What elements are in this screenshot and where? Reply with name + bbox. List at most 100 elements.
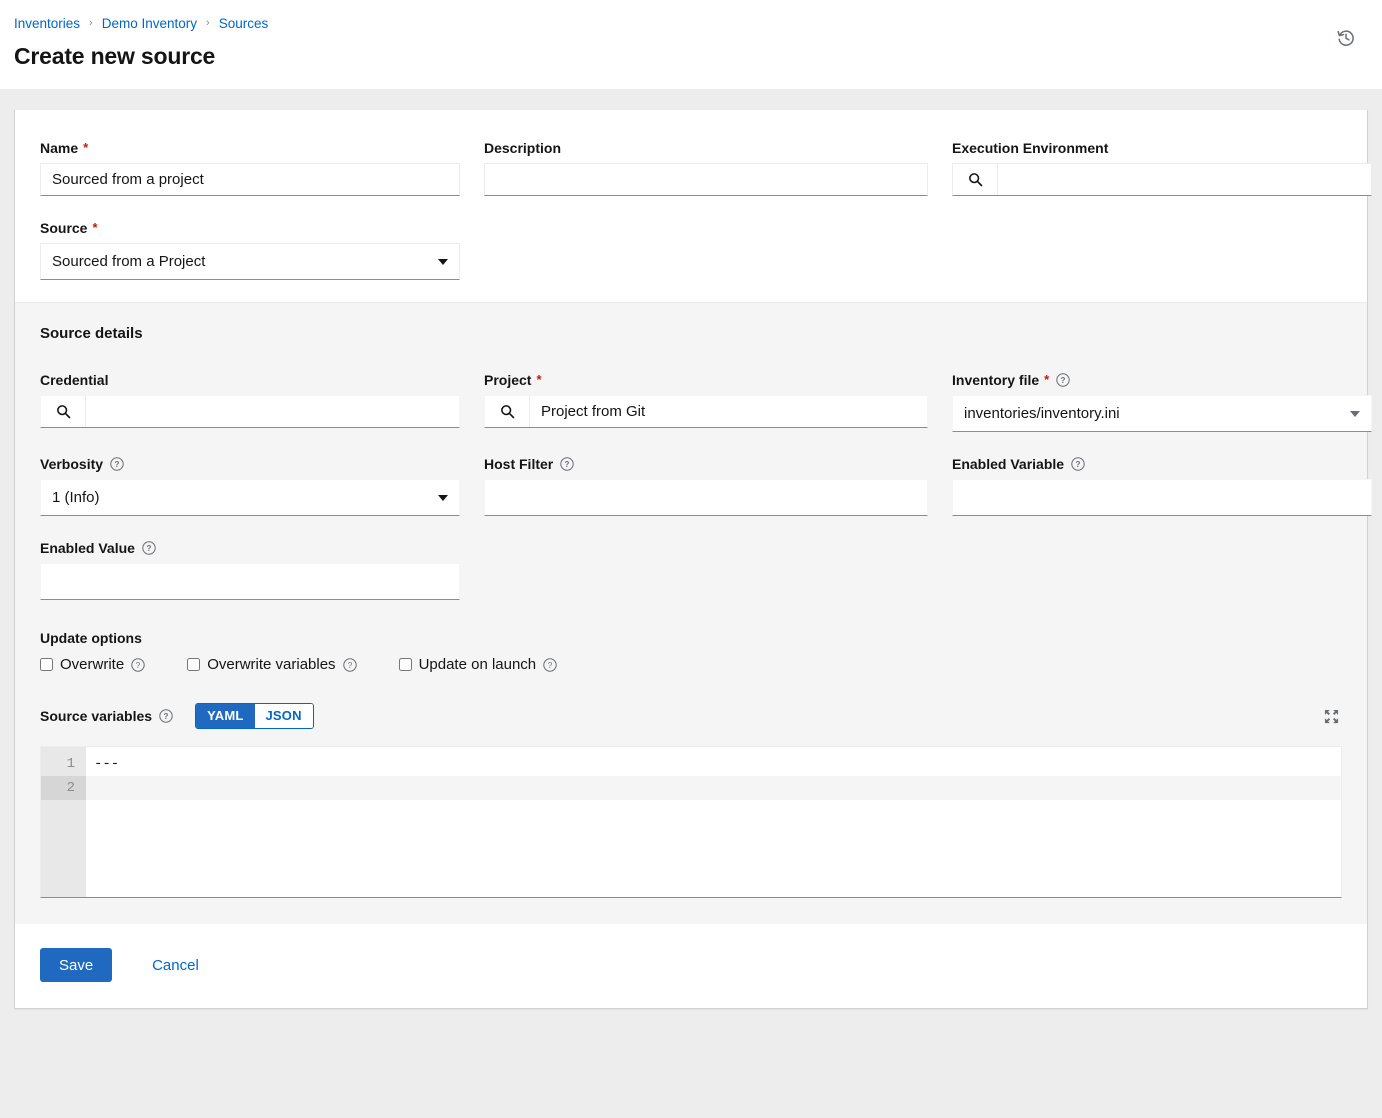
editor-line: --- — [94, 752, 1341, 776]
help-icon[interactable]: ? — [560, 457, 574, 471]
chevron-down-icon — [1350, 411, 1360, 417]
enabled-variable-input[interactable] — [952, 479, 1372, 516]
help-icon[interactable]: ? — [1056, 373, 1070, 387]
field-project: Project * Project from Git — [484, 370, 928, 432]
editor-line-numbers: 1 2 — [41, 747, 86, 897]
name-input[interactable]: Sourced from a project — [40, 163, 460, 196]
checkbox-overwrite[interactable]: Overwrite ? — [40, 656, 145, 673]
expand-icon[interactable] — [1320, 705, 1342, 727]
svg-text:?: ? — [565, 460, 570, 469]
field-verbosity: Verbosity ? 1 (Info) — [40, 454, 460, 516]
overwrite-variables-label: Overwrite variables — [207, 656, 335, 673]
svg-text:?: ? — [136, 661, 141, 670]
breadcrumb-item-sources[interactable]: Sources — [219, 16, 269, 31]
inventory-file-label: Inventory file * ? — [952, 370, 1372, 389]
update-options-title: Update options — [40, 630, 1342, 646]
inventory-file-value: inventories/inventory.ini — [964, 405, 1120, 422]
primary-form-section: Name * Sourced from a project Descriptio… — [15, 110, 1367, 302]
enabled-value-label-text: Enabled Value — [40, 540, 135, 556]
source-select[interactable]: Sourced from a Project — [40, 243, 460, 280]
save-button[interactable]: Save — [40, 948, 112, 982]
source-label: Source * — [40, 218, 460, 237]
source-variables-header: Source variables ? YAML JSON — [40, 703, 1342, 729]
description-label-text: Description — [484, 140, 561, 156]
overwrite-checkbox[interactable] — [40, 658, 53, 671]
enabled-value-input[interactable] — [40, 563, 460, 600]
verbosity-value: 1 (Info) — [52, 489, 100, 506]
field-name: Name * Sourced from a project — [40, 138, 460, 196]
overwrite-label: Overwrite — [60, 656, 124, 673]
required-indicator: * — [83, 141, 88, 154]
description-input[interactable] — [484, 163, 928, 196]
execution-environment-input[interactable] — [998, 164, 1371, 195]
project-label-text: Project — [484, 372, 531, 388]
search-icon[interactable] — [485, 396, 530, 427]
checkbox-update-on-launch[interactable]: Update on launch ? — [399, 656, 558, 673]
cancel-button[interactable]: Cancel — [136, 948, 215, 982]
svg-text:?: ? — [146, 544, 151, 553]
host-filter-label: Host Filter ? — [484, 454, 928, 473]
enabled-variable-label: Enabled Variable ? — [952, 454, 1372, 473]
inventory-file-select[interactable]: inventories/inventory.ini — [952, 395, 1372, 432]
svg-text:?: ? — [347, 661, 352, 670]
breadcrumb-separator-icon: › — [206, 18, 210, 29]
credential-label: Credential — [40, 370, 460, 389]
help-icon[interactable]: ? — [131, 658, 145, 672]
source-variables-editor[interactable]: 1 2 --- — [40, 746, 1342, 898]
field-inventory-file: Inventory file * ? inventories/inventory… — [952, 370, 1372, 432]
field-host-filter: Host Filter ? — [484, 454, 928, 516]
source-label-text: Source — [40, 220, 87, 236]
help-icon[interactable]: ? — [110, 457, 124, 471]
svg-text:?: ? — [164, 712, 169, 721]
field-source: Source * Sourced from a Project — [40, 218, 460, 280]
verbosity-label-text: Verbosity — [40, 456, 103, 472]
toggle-yaml[interactable]: YAML — [196, 704, 254, 728]
editor-content[interactable]: --- — [86, 747, 1341, 897]
help-icon[interactable]: ? — [543, 658, 557, 672]
source-select-value: Sourced from a Project — [52, 253, 205, 270]
project-input[interactable]: Project from Git — [530, 396, 927, 427]
project-lookup: Project from Git — [484, 395, 928, 428]
line-number: 2 — [41, 776, 86, 800]
svg-text:?: ? — [1076, 460, 1081, 469]
breadcrumb-item-inventories[interactable]: Inventories — [14, 16, 80, 31]
credential-lookup — [40, 395, 460, 428]
verbosity-label: Verbosity ? — [40, 454, 460, 473]
help-icon[interactable]: ? — [1071, 457, 1085, 471]
field-execution-environment: Execution Environment — [952, 138, 1372, 196]
help-icon[interactable]: ? — [343, 658, 357, 672]
history-icon[interactable] — [1332, 24, 1360, 52]
field-credential: Credential — [40, 370, 460, 432]
line-number: 1 — [41, 752, 75, 776]
help-icon[interactable]: ? — [142, 541, 156, 555]
execution-environment-lookup — [952, 163, 1372, 196]
field-enabled-value: Enabled Value ? — [40, 538, 460, 600]
variables-format-toggle: YAML JSON — [195, 703, 314, 729]
svg-text:?: ? — [548, 661, 553, 670]
search-icon[interactable] — [41, 396, 86, 427]
source-variables-label: Source variables ? — [40, 708, 173, 724]
svg-text:?: ? — [1061, 376, 1066, 385]
page-title: Create new source — [14, 43, 1358, 70]
overwrite-variables-checkbox[interactable] — [187, 658, 200, 671]
checkbox-overwrite-variables[interactable]: Overwrite variables ? — [187, 656, 356, 673]
update-on-launch-label: Update on launch — [419, 656, 537, 673]
enabled-variable-label-text: Enabled Variable — [952, 456, 1064, 472]
source-details-section: Source details Credential — [15, 302, 1367, 924]
breadcrumb-item-demo-inventory[interactable]: Demo Inventory — [102, 16, 197, 31]
host-filter-input[interactable] — [484, 479, 928, 516]
execution-environment-label-text: Execution Environment — [952, 140, 1108, 156]
field-description: Description — [484, 138, 928, 196]
search-icon[interactable] — [953, 164, 998, 195]
create-source-card: Name * Sourced from a project Descriptio… — [14, 110, 1368, 1009]
source-variables-label-text: Source variables — [40, 708, 152, 724]
chevron-down-icon — [438, 259, 448, 265]
help-icon[interactable]: ? — [159, 709, 173, 723]
name-label-text: Name — [40, 140, 78, 156]
verbosity-select[interactable]: 1 (Info) — [40, 479, 460, 516]
toggle-json[interactable]: JSON — [255, 704, 313, 728]
update-on-launch-checkbox[interactable] — [399, 658, 412, 671]
credential-input[interactable] — [86, 396, 459, 427]
chevron-down-icon — [438, 495, 448, 501]
inventory-file-label-text: Inventory file — [952, 372, 1039, 388]
